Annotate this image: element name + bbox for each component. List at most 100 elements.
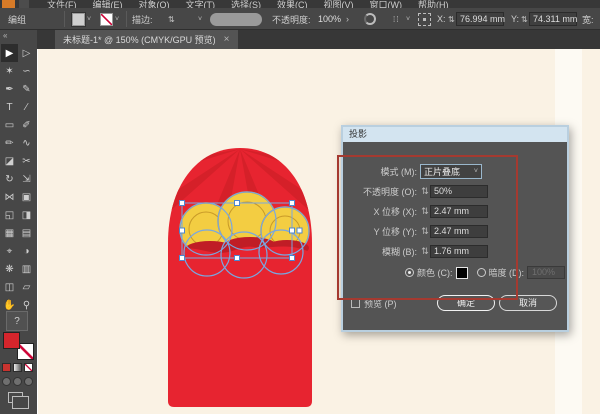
envelope-flap [168, 246, 312, 365]
lasso-tool[interactable]: ∽ [18, 62, 35, 80]
red-envelope-artwork[interactable] [150, 135, 330, 414]
style-icon[interactable] [364, 13, 376, 25]
y-offset-stepper[interactable]: ⇅ [420, 226, 430, 237]
draw-behind-mode-icon[interactable] [13, 377, 22, 386]
cancel-button[interactable]: 取消 [499, 295, 557, 311]
y-offset-label: Y 位移 (Y): [373, 226, 417, 237]
opacity-value[interactable]: 100% [318, 8, 341, 30]
menu-item-5[interactable]: 效果(C) [269, 0, 316, 8]
scissors-tool[interactable]: ✂ [18, 152, 35, 170]
divider [64, 11, 65, 27]
menu-item-4[interactable]: 选择(S) [223, 0, 269, 8]
illustrator-logo-icon [2, 0, 15, 8]
live-paint-tool[interactable]: ◨ [18, 206, 35, 224]
preview-option[interactable]: 预览 (P) [351, 297, 397, 310]
home-icon[interactable] [19, 0, 29, 8]
menu-item-8[interactable]: 帮助(H) [410, 0, 457, 8]
isolate-selection-icon[interactable] [418, 12, 431, 26]
curvature-tool[interactable]: ✎ [18, 80, 35, 98]
darkness-radio[interactable] [476, 268, 486, 277]
blur-label: 模糊 (B): [382, 246, 417, 257]
color-label: 颜色 (C): [417, 268, 453, 278]
direct-selection-tool[interactable]: ▷ [18, 44, 35, 62]
blur-field[interactable]: 1.76 mm [430, 244, 488, 258]
dots-menu-icon[interactable]: ⁞⁞ [393, 8, 399, 30]
control-bar: 编组 ˅ ˅ 描边: ⇅ ˅ 不透明度: 100% › ⁞⁞ ˅ X: ⇅ 76… [0, 8, 600, 30]
opacity-stepper[interactable]: ⇅ [420, 186, 430, 197]
document-tab[interactable]: 未标题-1* @ 150% (CMYK/GPU 预览) × [55, 30, 238, 49]
magic-wand-tool[interactable]: ✶ [1, 62, 18, 80]
y-position-field[interactable]: 74.311 mm [529, 12, 577, 26]
fill-stroke-proxy[interactable] [3, 332, 34, 360]
fill-proxy-swatch[interactable] [3, 332, 20, 349]
collapse-panel-icon[interactable]: « [3, 31, 7, 40]
color-button[interactable] [2, 363, 11, 372]
eraser-tool[interactable]: ◪ [1, 152, 18, 170]
help-tool[interactable]: ? [6, 311, 28, 331]
preview-checkbox[interactable] [351, 299, 360, 308]
fill-color-swatch[interactable] [71, 11, 86, 27]
gradient-button[interactable] [13, 363, 22, 372]
width-tool[interactable]: ⋈ [1, 188, 18, 206]
chevron-down-icon[interactable]: ˅ [87, 16, 91, 23]
chevron-down-icon[interactable]: ˅ [406, 8, 410, 30]
y-stepper[interactable]: ⇅ [521, 8, 528, 30]
symbol-sprayer-tool[interactable]: ❋ [1, 260, 18, 278]
ok-button[interactable]: 确定 [437, 295, 495, 311]
stroke-weight-dropdown-icon[interactable]: ˅ [198, 8, 202, 30]
blur-stepper[interactable]: ⇅ [420, 246, 430, 257]
shape-builder-tool[interactable]: ◱ [1, 206, 18, 224]
eyedropper-tool[interactable]: ⌖ [1, 242, 18, 260]
none-button[interactable] [24, 363, 33, 372]
tab-close-icon[interactable]: × [224, 34, 230, 45]
x-offset-stepper[interactable]: ⇅ [420, 206, 430, 217]
opacity-more-icon[interactable]: › [346, 8, 349, 30]
blend-tool[interactable]: ◑ [18, 242, 35, 260]
menu-item-0[interactable]: 文件(F) [39, 0, 85, 8]
paintbrush-tool[interactable]: ✐ [18, 116, 35, 134]
stroke-stepper[interactable]: ⇅ [168, 8, 175, 30]
menu-item-7[interactable]: 窗口(W) [362, 0, 411, 8]
artboard-tool[interactable]: ◫ [1, 278, 18, 296]
mesh-tool[interactable]: ▦ [1, 224, 18, 242]
graph-tool[interactable]: ▥ [18, 260, 35, 278]
selection-tool[interactable]: ▶ [1, 44, 18, 62]
pencil-tool[interactable]: ✏ [1, 134, 18, 152]
menu-item-2[interactable]: 对象(O) [131, 0, 178, 8]
gradient-tool[interactable]: ▤ [18, 224, 35, 242]
drop-shadow-dialog: 投影 模式 (M): 正片叠底 ˅ 不透明度 (O): ⇅ 50% X 位移 (… [341, 125, 569, 332]
free-transform-tool[interactable]: ▣ [18, 188, 35, 206]
pen-tool[interactable]: ✒ [1, 80, 18, 98]
rectangle-tool[interactable]: ▭ [1, 116, 18, 134]
dialog-title[interactable]: 投影 [343, 127, 567, 142]
shadow-color-swatch[interactable] [455, 266, 468, 279]
stroke-color-swatch[interactable] [100, 12, 113, 26]
width-label: 宽: [582, 14, 594, 25]
slice-tool[interactable]: ▱ [18, 278, 35, 296]
y-offset-field[interactable]: 2.47 mm [430, 224, 488, 238]
shaper-tool[interactable]: ∿ [18, 134, 35, 152]
menu-item-6[interactable]: 视图(V) [316, 0, 362, 8]
selection-type-label: 编组 [8, 14, 27, 25]
darkness-field: 100% [527, 266, 565, 279]
x-stepper[interactable]: ⇅ [448, 8, 455, 30]
menu-item-1[interactable]: 编辑(E) [85, 0, 131, 8]
brush-definition-dropdown[interactable] [210, 12, 262, 26]
line-tool[interactable]: ∕ [18, 98, 35, 116]
blend-mode-dropdown[interactable]: 正片叠底 ˅ [420, 163, 482, 179]
menu-item-3[interactable]: 文字(T) [178, 0, 224, 8]
scale-tool[interactable]: ⇲ [18, 170, 35, 188]
opacity-field[interactable]: 50% [430, 184, 488, 198]
x-position-field[interactable]: 76.994 mm [456, 12, 505, 26]
color-radio[interactable] [405, 268, 414, 277]
illustrator-window: 文件(F) 编辑(E) 对象(O) 文字(T) 选择(S) 效果(C) 视图(V) 窗口(W)… [0, 0, 600, 414]
draw-inside-mode-icon[interactable] [24, 377, 33, 386]
screen-mode-icon[interactable] [8, 392, 29, 409]
draw-normal-mode-icon[interactable] [2, 377, 11, 386]
type-tool[interactable]: T [1, 98, 18, 116]
mode-label: 模式 (M): [380, 166, 418, 177]
chevron-down-icon[interactable]: ˅ [115, 16, 119, 23]
x-offset-field[interactable]: 2.47 mm [430, 204, 488, 218]
preview-label: 预览 (P) [364, 299, 397, 309]
rotate-tool[interactable]: ↻ [1, 170, 18, 188]
